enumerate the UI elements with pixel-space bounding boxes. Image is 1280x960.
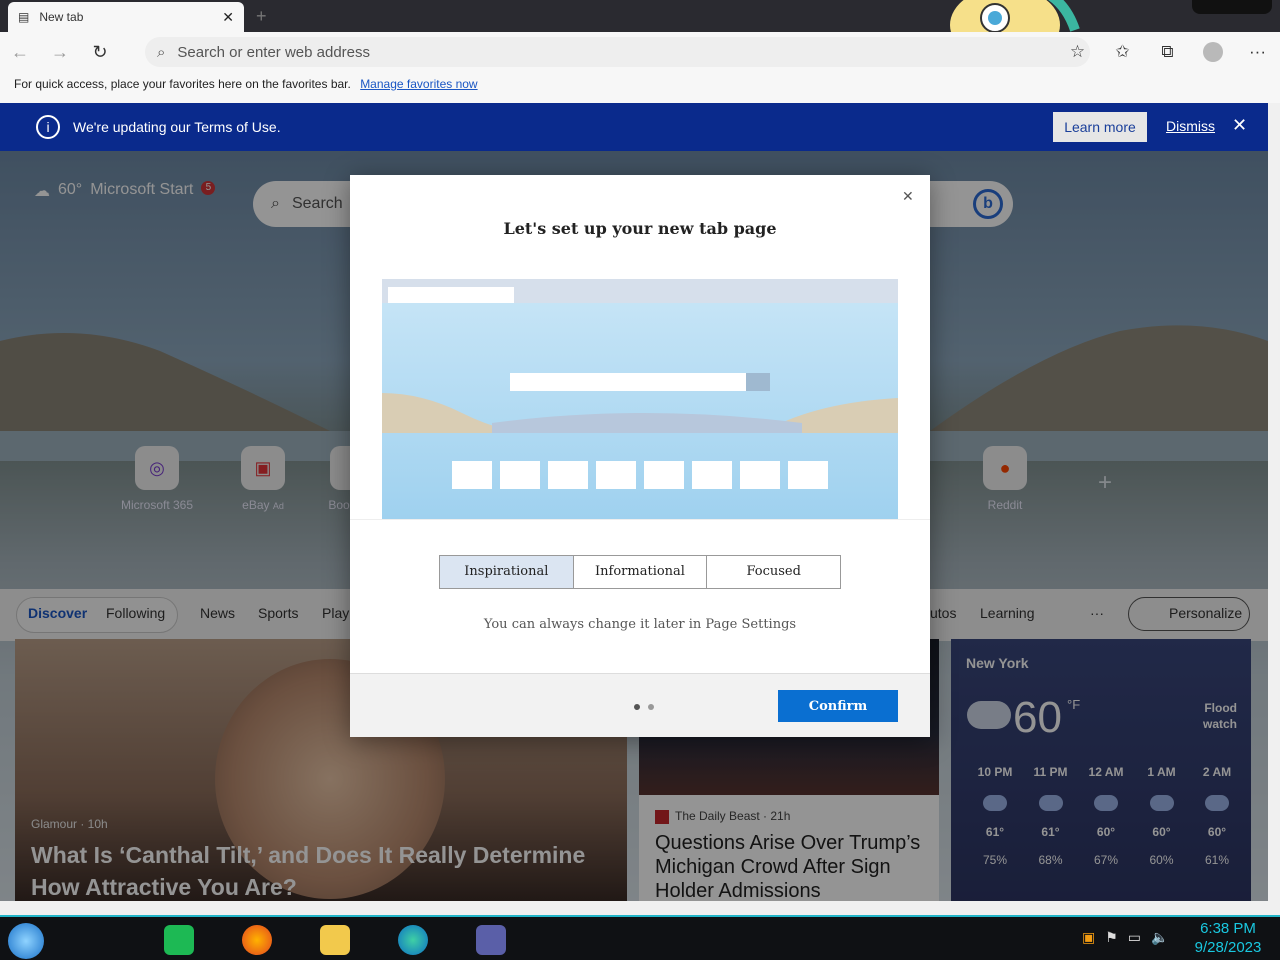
- banner-text: We're updating our Terms of Use.: [73, 119, 281, 135]
- tab-new-tab[interactable]: ▤ New tab ✕: [8, 2, 244, 32]
- favorites-bar: For quick access, place your favorites h…: [0, 72, 1280, 103]
- vertical-scrollbar[interactable]: [1268, 103, 1280, 901]
- confirm-button[interactable]: Confirm: [778, 690, 898, 722]
- spotify-icon[interactable]: [164, 925, 194, 955]
- close-icon[interactable]: ✕: [1232, 115, 1247, 136]
- favorites-message: For quick access, place your favorites h…: [14, 77, 351, 91]
- preview-quick-link: [500, 461, 540, 489]
- app-window-icon[interactable]: [476, 925, 506, 955]
- option-focused[interactable]: Focused: [707, 556, 841, 588]
- address-placeholder: Search or enter web address: [177, 43, 371, 61]
- page-indicator: [634, 704, 654, 710]
- screen: ▤ New tab ✕ + ← → ↻ ⌕ Search or enter we…: [0, 0, 1280, 960]
- more-menu-icon[interactable]: ···: [1235, 42, 1280, 62]
- divider: [350, 519, 930, 520]
- start-button[interactable]: [8, 923, 44, 959]
- terms-banner: i We're updating our Terms of Use. Learn…: [0, 103, 1268, 151]
- preview-quick-link: [740, 461, 780, 489]
- preview-quick-link: [452, 461, 492, 489]
- learn-more-button[interactable]: Learn more: [1053, 112, 1147, 142]
- preview-landscape: [382, 393, 898, 433]
- clock-date: 9/28/2023: [1194, 939, 1262, 956]
- manage-favorites-link[interactable]: Manage favorites now: [360, 77, 477, 91]
- search-icon: ⌕: [157, 43, 166, 61]
- flag-icon[interactable]: ⚑: [1105, 929, 1118, 946]
- dialog-footer: Confirm: [350, 673, 930, 737]
- preview-tab: [388, 287, 514, 303]
- forward-icon[interactable]: →: [40, 42, 80, 63]
- preview-quick-link: [644, 461, 684, 489]
- clock-time: 6:38 PM: [1200, 920, 1256, 937]
- dialog-hint: You can always change it later in Page S…: [483, 617, 797, 632]
- horizontal-scrollbar[interactable]: [0, 901, 1280, 915]
- volume-icon[interactable]: 🔈: [1151, 929, 1168, 946]
- file-explorer-icon[interactable]: [320, 925, 350, 955]
- option-informational[interactable]: Informational: [573, 556, 708, 588]
- profile-button[interactable]: [1190, 42, 1235, 63]
- toolbar-actions: ☆ ✩ ⧉ ···: [1055, 32, 1280, 72]
- tab-close-icon[interactable]: ✕: [222, 9, 234, 26]
- address-bar[interactable]: ⌕ Search or enter web address: [145, 37, 1090, 67]
- preview-quick-link: [692, 461, 732, 489]
- preview-quick-link: [596, 461, 636, 489]
- edge-icon[interactable]: [398, 925, 428, 955]
- new-tab-button[interactable]: +: [256, 6, 267, 27]
- layout-option-group: Inspirational Informational Focused: [439, 555, 841, 589]
- browser-toolbar: ← → ↻ ⌕ Search or enter web address ☆ ✩ …: [0, 32, 1280, 72]
- dialog-title: Let's set up your new tab page: [503, 219, 777, 238]
- preview-body: [382, 303, 898, 519]
- collections-icon[interactable]: ⧉: [1145, 42, 1190, 62]
- preview-search-button: [746, 373, 770, 391]
- avatar: [1202, 42, 1223, 63]
- back-icon[interactable]: ←: [0, 42, 40, 63]
- firefox-icon[interactable]: [242, 925, 272, 955]
- option-inspirational[interactable]: Inspirational: [440, 556, 574, 588]
- tab-page-icon: ▤: [18, 10, 30, 24]
- setup-dialog: ✕ Let's set up your new tab page Inspira…: [350, 175, 930, 737]
- layout-preview-image: [382, 279, 898, 519]
- system-tray: ▣ ⚑ ▭ 🔈: [1082, 929, 1168, 946]
- preview-quick-link: [548, 461, 588, 489]
- app-tray-icon[interactable]: ▣: [1082, 929, 1095, 946]
- preview-quick-link: [788, 461, 828, 489]
- taskbar: ▣ ⚑ ▭ 🔈 6:38 PM 9/28/2023: [0, 915, 1280, 960]
- refresh-icon[interactable]: ↻: [80, 42, 120, 63]
- info-icon: i: [36, 115, 60, 139]
- tab-title: New tab: [39, 10, 84, 24]
- page-dot: [648, 704, 654, 710]
- tab-strip: ▤ New tab ✕ +: [0, 0, 1280, 63]
- dialog-close-icon[interactable]: ✕: [902, 189, 914, 205]
- preview-search: [510, 373, 746, 391]
- page-dot-active: [634, 704, 640, 710]
- window-controls[interactable]: [1192, 0, 1272, 14]
- clock[interactable]: 6:38 PM 9/28/2023: [1186, 919, 1270, 957]
- dismiss-link[interactable]: Dismiss: [1166, 118, 1215, 134]
- favorites-icon[interactable]: ✩: [1100, 42, 1145, 62]
- add-favorite-icon[interactable]: ☆: [1055, 42, 1100, 62]
- network-icon[interactable]: ▭: [1128, 929, 1141, 946]
